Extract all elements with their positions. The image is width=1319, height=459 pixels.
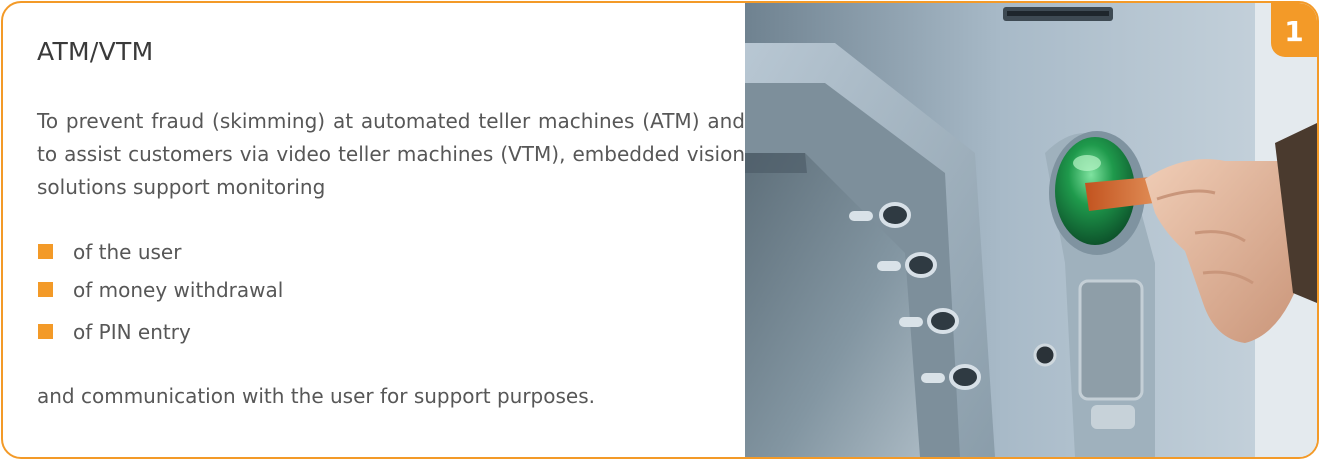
square-bullet-icon [38, 244, 53, 259]
intro-paragraph: To prevent fraud (skimming) at automated… [37, 109, 745, 199]
atm-card-insertion-photo-icon [745, 3, 1317, 457]
square-bullet-icon [38, 282, 53, 297]
list-item: of PIN entry [37, 321, 283, 343]
list-item: of the user [37, 241, 283, 263]
list-item-text: of PIN entry [73, 320, 191, 344]
closing-paragraph: and communication with the user for supp… [37, 384, 595, 408]
text-column: ATM/VTM To prevent fraud (skimming) at a… [37, 3, 745, 457]
info-card: ATM/VTM To prevent fraud (skimming) at a… [1, 1, 1319, 459]
atm-photo [745, 3, 1317, 457]
list-item-text: of the user [73, 240, 182, 264]
list-item-text: of money withdrawal [73, 278, 284, 302]
square-bullet-icon [38, 324, 53, 339]
card-title: ATM/VTM [37, 37, 154, 66]
number-badge: 1 [1271, 3, 1317, 57]
list-item: of money withdrawal [37, 279, 283, 301]
bullet-list: of the user of money withdrawal of PIN e… [37, 241, 283, 359]
